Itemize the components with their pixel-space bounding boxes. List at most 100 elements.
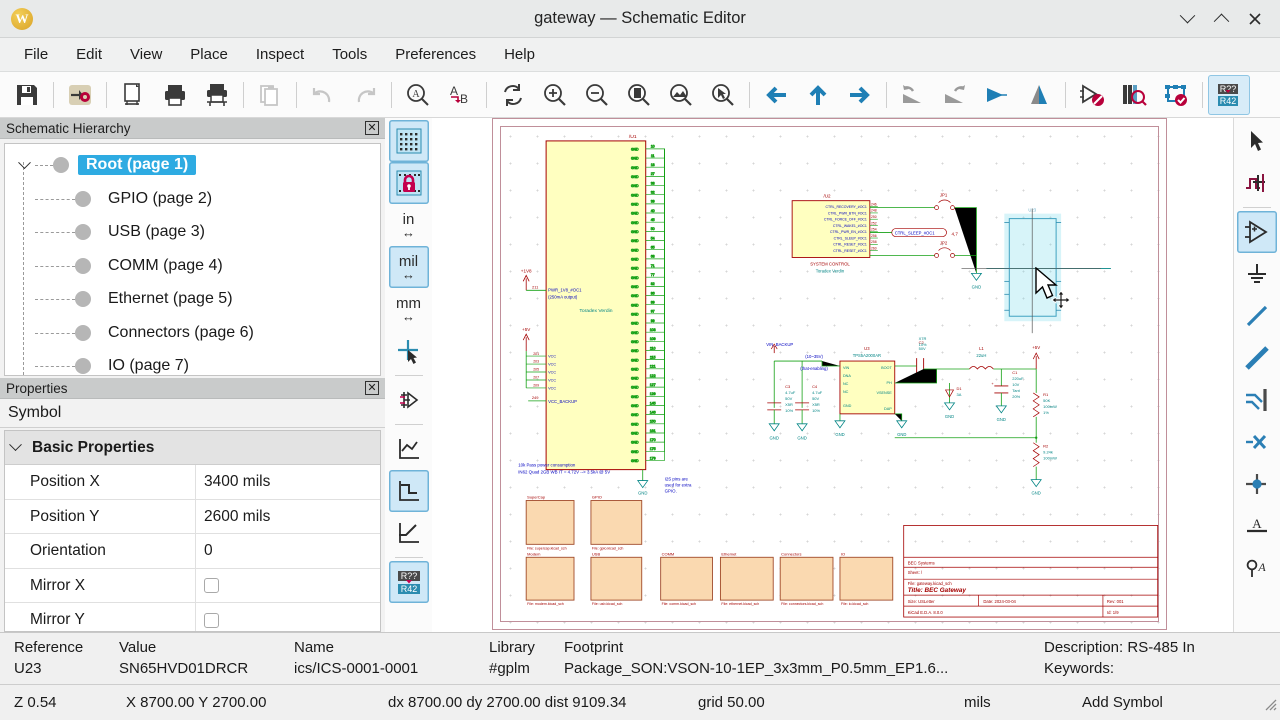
property-checkbox[interactable] [204,578,219,594]
hierarchy-item-io[interactable]: IO (page 7) [5,349,380,375]
svg-text:GND: GND [631,450,639,454]
up-sheet-icon[interactable] [797,75,839,115]
zoom-selection-icon[interactable] [702,75,744,115]
zoom-in-icon[interactable] [534,75,576,115]
annotate-icon[interactable]: R?? R42 [1208,74,1250,115]
hierarchical-label-icon[interactable]: A [1237,547,1277,589]
plot-icon[interactable] [196,75,238,115]
property-row-mirror-y[interactable]: Mirror Y [5,603,380,631]
property-value[interactable] [195,568,380,603]
line-mode-free-icon[interactable] [389,428,429,470]
line-mode-90-icon[interactable] [388,470,429,512]
save-icon[interactable] [6,75,48,115]
svg-text:GND: GND [631,358,639,362]
unit-inches-icon[interactable]: in ↔ [389,204,429,246]
mirror-vertical-icon[interactable] [1018,75,1060,115]
find-replace-icon[interactable]: AB [439,75,481,115]
leave-sheet-icon[interactable] [755,75,797,115]
find-icon[interactable]: A [397,75,439,115]
enter-sheet-icon[interactable] [839,75,881,115]
properties-panel-header: Properties ✕ [0,378,385,400]
hierarchy-item-comm[interactable]: COMM (page 4) [5,249,380,283]
hierarchy-item-root[interactable]: Root (page 1) [5,148,380,182]
property-checkbox[interactable] [204,612,219,628]
property-value[interactable]: 3400 mils [195,465,380,499]
unit-mils-icon[interactable]: mil ↔ [388,246,429,288]
bus-entry-icon[interactable] [1237,379,1277,421]
schematic-canvas[interactable]: /U1 Toradex Verdin GND 10 GND 11 GND 18 GND 27 G… [432,118,1233,632]
menu-place[interactable]: Place [176,42,242,67]
properties-close-icon[interactable]: ✕ [365,381,379,396]
assign-footprints-icon[interactable] [1155,75,1197,115]
print-icon[interactable] [154,75,196,115]
menu-inspect[interactable]: Inspect [242,42,318,67]
undo-icon[interactable] [302,75,344,115]
schematic-drawing: /U1 Toradex Verdin GND 10 GND 11 GND 18 GND 27 G… [518,134,1159,618]
mirror-horizontal-icon[interactable] [976,75,1018,115]
status-grid[interactable]: grid 50.00 [698,694,964,711]
add-power-icon[interactable] [1237,253,1277,295]
menu-tools[interactable]: Tools [318,42,381,67]
maximize-button[interactable] [1204,2,1238,36]
property-value[interactable]: 0 [195,534,380,568]
properties-group-basic[interactable]: Basic Properties [5,431,380,466]
net-label-icon[interactable]: A [1237,505,1277,547]
zoom-fit-objects-icon[interactable] [660,75,702,115]
hierarchy-item-gpio[interactable]: GPIO (page 2) [5,182,380,216]
draw-bus-icon[interactable] [1237,337,1277,379]
menu-edit[interactable]: Edit [62,42,116,67]
property-row-orientation[interactable]: Orientation 0 [5,534,380,569]
svg-text:C4: C4 [812,384,818,389]
close-button[interactable] [1238,2,1272,36]
line-mode-45-icon[interactable] [389,512,429,554]
add-symbol-icon[interactable] [1237,211,1277,253]
property-value[interactable] [195,603,380,631]
property-value[interactable]: 2600 mils [195,499,380,534]
svg-text:NC: NC [843,390,849,394]
hierarchy-item-usb[interactable]: USB (page 3) [5,215,380,249]
hierarchy-item-ethernet[interactable]: Ethernet (page 5) [5,282,380,316]
refresh-icon[interactable] [492,75,534,115]
svg-text:VCC_BACKUP: VCC_BACKUP [548,399,577,404]
menu-help[interactable]: Help [490,42,549,67]
rotate-cw-icon[interactable] [934,75,976,115]
minimize-button[interactable] [1170,2,1204,36]
status-units[interactable]: mils [964,694,1082,711]
redo-icon[interactable] [344,75,386,115]
erc-icon[interactable] [1071,75,1113,115]
svg-text:GND: GND [631,432,639,436]
hierarchy-tree[interactable]: Root (page 1) GPIO (page 2) USB (page 3) CO… [4,143,381,376]
open-project-settings-icon[interactable] [59,75,101,115]
property-row-mirror-x[interactable]: Mirror X [5,568,380,604]
tree-expander[interactable] [13,155,35,170]
hidden-pins-icon[interactable] [389,379,429,421]
highlight-net-icon[interactable] [1237,162,1277,204]
symbol-library-browser-icon[interactable] [1113,75,1155,115]
svg-text:GND: GND [631,267,639,271]
info-header: Library [489,639,535,657]
draw-wire-icon[interactable] [1237,295,1277,337]
svg-text:File: io.kicad_sch: File: io.kicad_sch [841,602,868,606]
grid-lock-icon[interactable] [388,162,429,204]
hierarchy-close-icon[interactable]: ✕ [365,121,379,136]
hierarchy-item-connectors[interactable]: Connectors (page 6) [5,316,380,350]
full-crosshair-icon[interactable] [389,330,429,372]
grid-visibility-icon[interactable] [388,120,429,162]
properties-group-label: Basic Properties [32,438,155,456]
property-row-position-x[interactable]: Position X 3400 mils [5,465,380,500]
no-connect-icon[interactable] [1237,421,1277,463]
unit-millimeters-icon[interactable]: mm ↔ [389,288,429,330]
annotate-toggle-icon[interactable]: R?? R42 [388,561,429,603]
rotate-ccw-icon[interactable] [892,75,934,115]
zoom-fit-page-icon[interactable] [618,75,660,115]
select-arrow-icon[interactable] [1237,120,1277,162]
property-row-position-y[interactable]: Position Y 2600 mils [5,499,380,535]
menu-view[interactable]: View [116,42,176,67]
resize-grip-icon[interactable] [1261,695,1277,711]
page-settings-icon[interactable] [112,75,154,115]
menu-preferences[interactable]: Preferences [381,42,490,67]
junction-icon[interactable] [1237,463,1277,505]
menu-file[interactable]: File [10,42,62,67]
zoom-out-icon[interactable] [576,75,618,115]
paste-icon[interactable] [249,75,291,115]
